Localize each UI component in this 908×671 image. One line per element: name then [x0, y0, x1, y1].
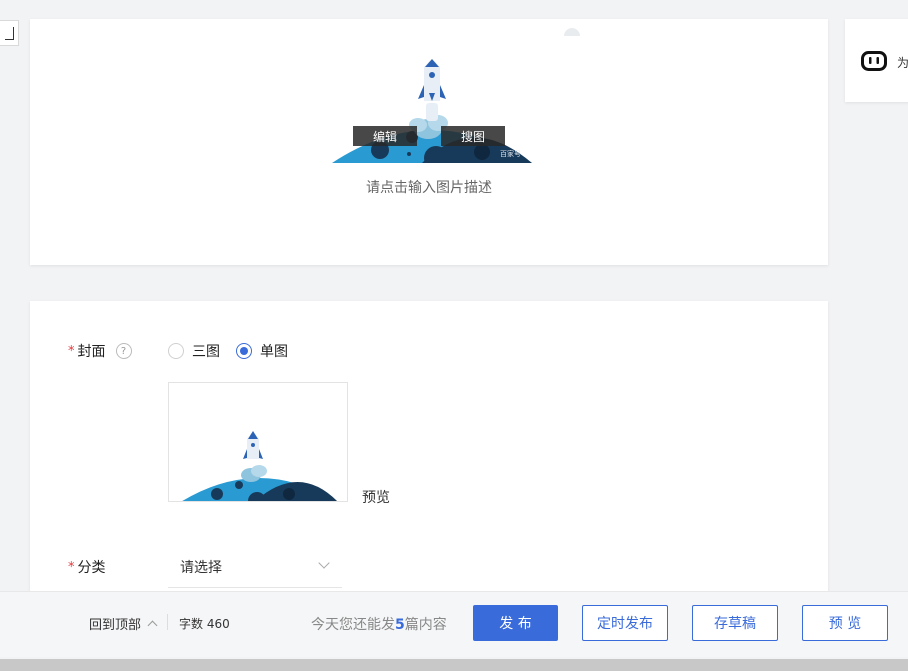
chevron-up-icon — [147, 620, 158, 631]
required-mark: * — [68, 343, 75, 359]
rocket-illustration — [332, 59, 532, 163]
word-count: 字数 460 — [179, 617, 230, 631]
preview-button[interactable]: 预 览 — [802, 605, 888, 641]
quota-count: 5 — [395, 617, 405, 633]
horizontal-scrollbar[interactable] — [0, 659, 908, 671]
image-watermark: 百家号 — [500, 150, 521, 158]
quota-prefix: 今天您还能发 — [311, 617, 395, 633]
category-select[interactable]: 请选择 — [168, 546, 342, 588]
cover-option-three-label: 三图 — [192, 344, 220, 360]
help-icon[interactable]: ? — [115, 343, 132, 359]
robot-icon — [861, 51, 887, 71]
publish-footer: 回到顶部 字数 460 今天您还能发5篇内容 发 布 定时发布 存草稿 预 览 — [0, 591, 908, 657]
scheduled-publish-button[interactable]: 定时发布 — [582, 605, 668, 641]
article-image[interactable] — [332, 57, 532, 163]
cover-option-single-label: 单图 — [260, 344, 288, 360]
back-to-top-label: 回到顶部 — [89, 618, 142, 633]
cover-label: 封面 — [77, 344, 106, 360]
publish-quota: 今天您还能发5篇内容 — [311, 614, 447, 634]
radio-unchecked-icon — [168, 343, 184, 359]
chevron-down-icon — [318, 557, 330, 569]
cover-label-row: * 封面 ? — [68, 341, 132, 361]
cover-image-slot[interactable] — [168, 382, 348, 502]
assistant-widget[interactable]: 为 — [845, 19, 908, 102]
publish-settings-card: * 封面 ? 三图 单图 预览 * 分类 请选择 — [30, 301, 828, 601]
category-label: 分类 — [77, 560, 106, 576]
assistant-label: 为 — [897, 56, 908, 70]
cover-option-single[interactable]: 单图 — [236, 341, 288, 361]
quota-suffix: 篇内容 — [404, 617, 447, 633]
decorative-cloud — [564, 28, 580, 36]
category-select-value: 请选择 — [180, 559, 222, 576]
image-caption-input[interactable]: 请点击输入图片描述 — [30, 177, 828, 197]
required-mark: * — [68, 559, 75, 575]
save-draft-button[interactable]: 存草稿 — [692, 605, 778, 641]
radio-checked-icon — [236, 343, 252, 359]
side-panel-toggle[interactable] — [0, 20, 19, 46]
panel-icon — [4, 26, 14, 40]
cover-preview-link[interactable]: 预览 — [362, 487, 390, 507]
editor-image-card: 编辑 搜图 百家号 请点击输入图片描述 — [30, 19, 828, 265]
cover-option-three[interactable]: 三图 — [168, 341, 220, 361]
category-label-row: * 分类 — [68, 557, 106, 577]
edit-image-button[interactable]: 编辑 — [353, 126, 417, 146]
cover-thumbnail — [182, 431, 337, 501]
publish-button[interactable]: 发 布 — [473, 605, 558, 641]
back-to-top-button[interactable]: 回到顶部 — [89, 614, 158, 633]
divider — [167, 614, 168, 630]
search-image-button[interactable]: 搜图 — [441, 126, 505, 146]
